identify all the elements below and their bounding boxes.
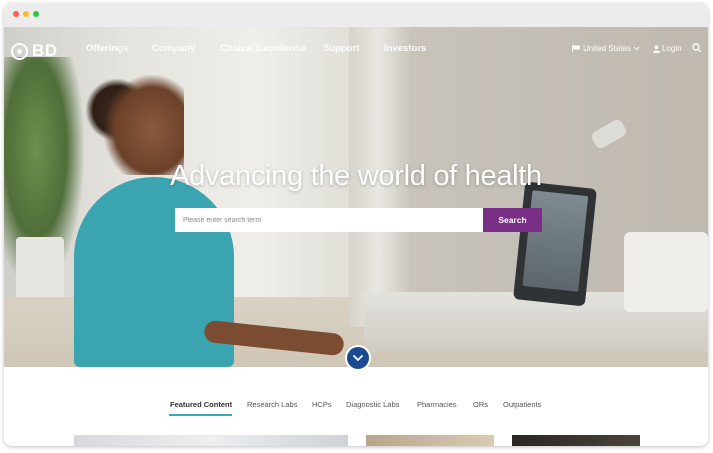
featured-card-image[interactable]: [366, 435, 494, 446]
featured-card-image[interactable]: [512, 435, 640, 446]
region-selector[interactable]: United States: [572, 44, 640, 53]
user-icon: [653, 44, 660, 53]
maximize-window-button[interactable]: [33, 11, 39, 17]
bd-logo-text: BD: [32, 41, 58, 60]
bd-logo-mark-icon: [11, 42, 28, 60]
nav-offerings[interactable]: Offerings: [86, 43, 128, 54]
nav-investors[interactable]: Investors: [384, 43, 426, 54]
hero-headline: Advancing the world of health: [170, 160, 542, 192]
tab-outpatients[interactable]: Outpatients: [503, 400, 541, 409]
nav-clinical-excellence[interactable]: Clinical Excellence: [220, 43, 306, 54]
nav-company[interactable]: Company: [152, 43, 195, 54]
hero-printer: [624, 232, 708, 312]
minimize-window-button[interactable]: [23, 11, 29, 17]
login-label: Login: [662, 44, 682, 53]
login-link[interactable]: Login: [653, 44, 682, 53]
bd-logo[interactable]: BD: [11, 41, 58, 61]
chevron-down-icon: [352, 354, 364, 362]
tab-research-labs[interactable]: Research Labs: [247, 400, 297, 409]
window-titlebar: [4, 3, 708, 27]
active-tab-indicator: [169, 414, 232, 416]
nav-support[interactable]: Support: [323, 43, 359, 54]
search-input[interactable]: [175, 208, 483, 232]
hero-image: [4, 27, 708, 367]
scroll-down-button[interactable]: [345, 345, 371, 371]
hero-monitor: [513, 181, 597, 307]
tab-featured-content[interactable]: Featured Content: [170, 400, 232, 409]
search-button[interactable]: Search: [483, 208, 542, 232]
tab-ors[interactable]: ORs: [473, 400, 488, 409]
search-icon[interactable]: [692, 43, 702, 53]
featured-card-image[interactable]: [74, 435, 348, 446]
tab-diagnostic-labs[interactable]: Diagnostic Labs: [346, 400, 399, 409]
close-window-button[interactable]: [13, 11, 19, 17]
chevron-down-icon: [633, 46, 640, 51]
audience-tabs: Featured Content Research Labs HCPs Diag…: [4, 400, 708, 420]
browser-window: BD Offerings Company Clinical Excellence…: [4, 3, 708, 446]
tab-hcps[interactable]: HCPs: [312, 400, 332, 409]
flag-icon: [572, 45, 580, 52]
region-label: United States: [583, 44, 632, 53]
tab-pharmacies[interactable]: Pharmacies: [417, 400, 457, 409]
